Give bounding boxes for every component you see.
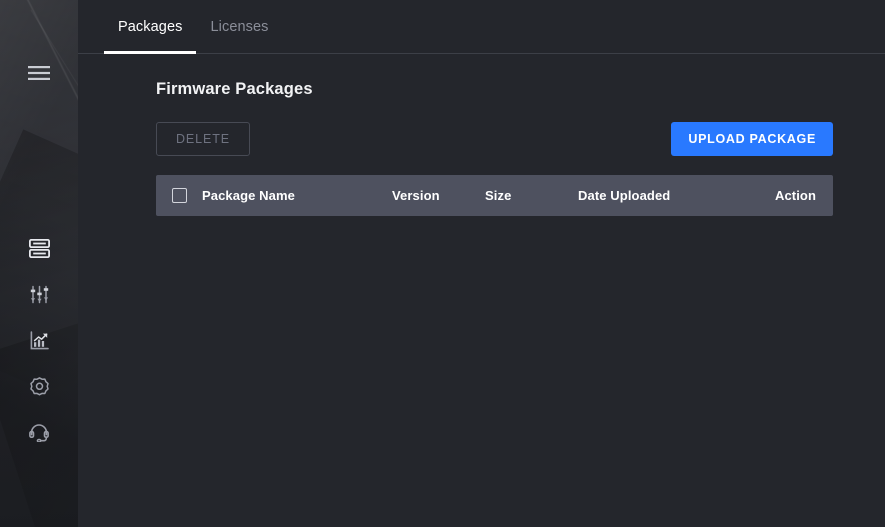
tab-packages[interactable]: Packages (104, 0, 196, 54)
sidebar-item-analytics[interactable] (0, 323, 78, 357)
column-header-size[interactable]: Size (485, 188, 578, 203)
tab-bar: Packages Licenses (78, 0, 885, 54)
table-toolbar: DELETE UPLOAD PACKAGE (156, 122, 833, 156)
app-root: Packages Licenses Firmware Packages DELE… (0, 0, 885, 527)
delete-button[interactable]: DELETE (156, 122, 250, 156)
table-header-row: Package Name Version Size Date Uploaded … (156, 175, 833, 216)
packages-table: Package Name Version Size Date Uploaded … (156, 175, 833, 216)
select-all-checkbox[interactable] (172, 188, 187, 203)
sidebar (0, 0, 78, 527)
sidebar-item-sliders[interactable] (0, 277, 78, 311)
upload-package-button[interactable]: UPLOAD PACKAGE (671, 122, 833, 156)
sidebar-item-servers[interactable] (0, 231, 78, 265)
page-title: Firmware Packages (156, 80, 833, 99)
column-header-date-uploaded[interactable]: Date Uploaded (578, 188, 748, 203)
sidebar-item-settings[interactable] (0, 369, 78, 403)
column-header-version[interactable]: Version (392, 188, 485, 203)
content-area: Firmware Packages DELETE UPLOAD PACKAGE … (78, 54, 885, 216)
main-content: Packages Licenses Firmware Packages DELE… (78, 0, 885, 527)
tab-licenses[interactable]: Licenses (196, 0, 282, 54)
column-header-package-name[interactable]: Package Name (202, 188, 392, 203)
hamburger-menu-icon[interactable] (0, 56, 78, 90)
column-header-action: Action (748, 188, 833, 203)
select-all-cell[interactable] (156, 188, 202, 203)
sidebar-item-support[interactable] (0, 415, 78, 449)
